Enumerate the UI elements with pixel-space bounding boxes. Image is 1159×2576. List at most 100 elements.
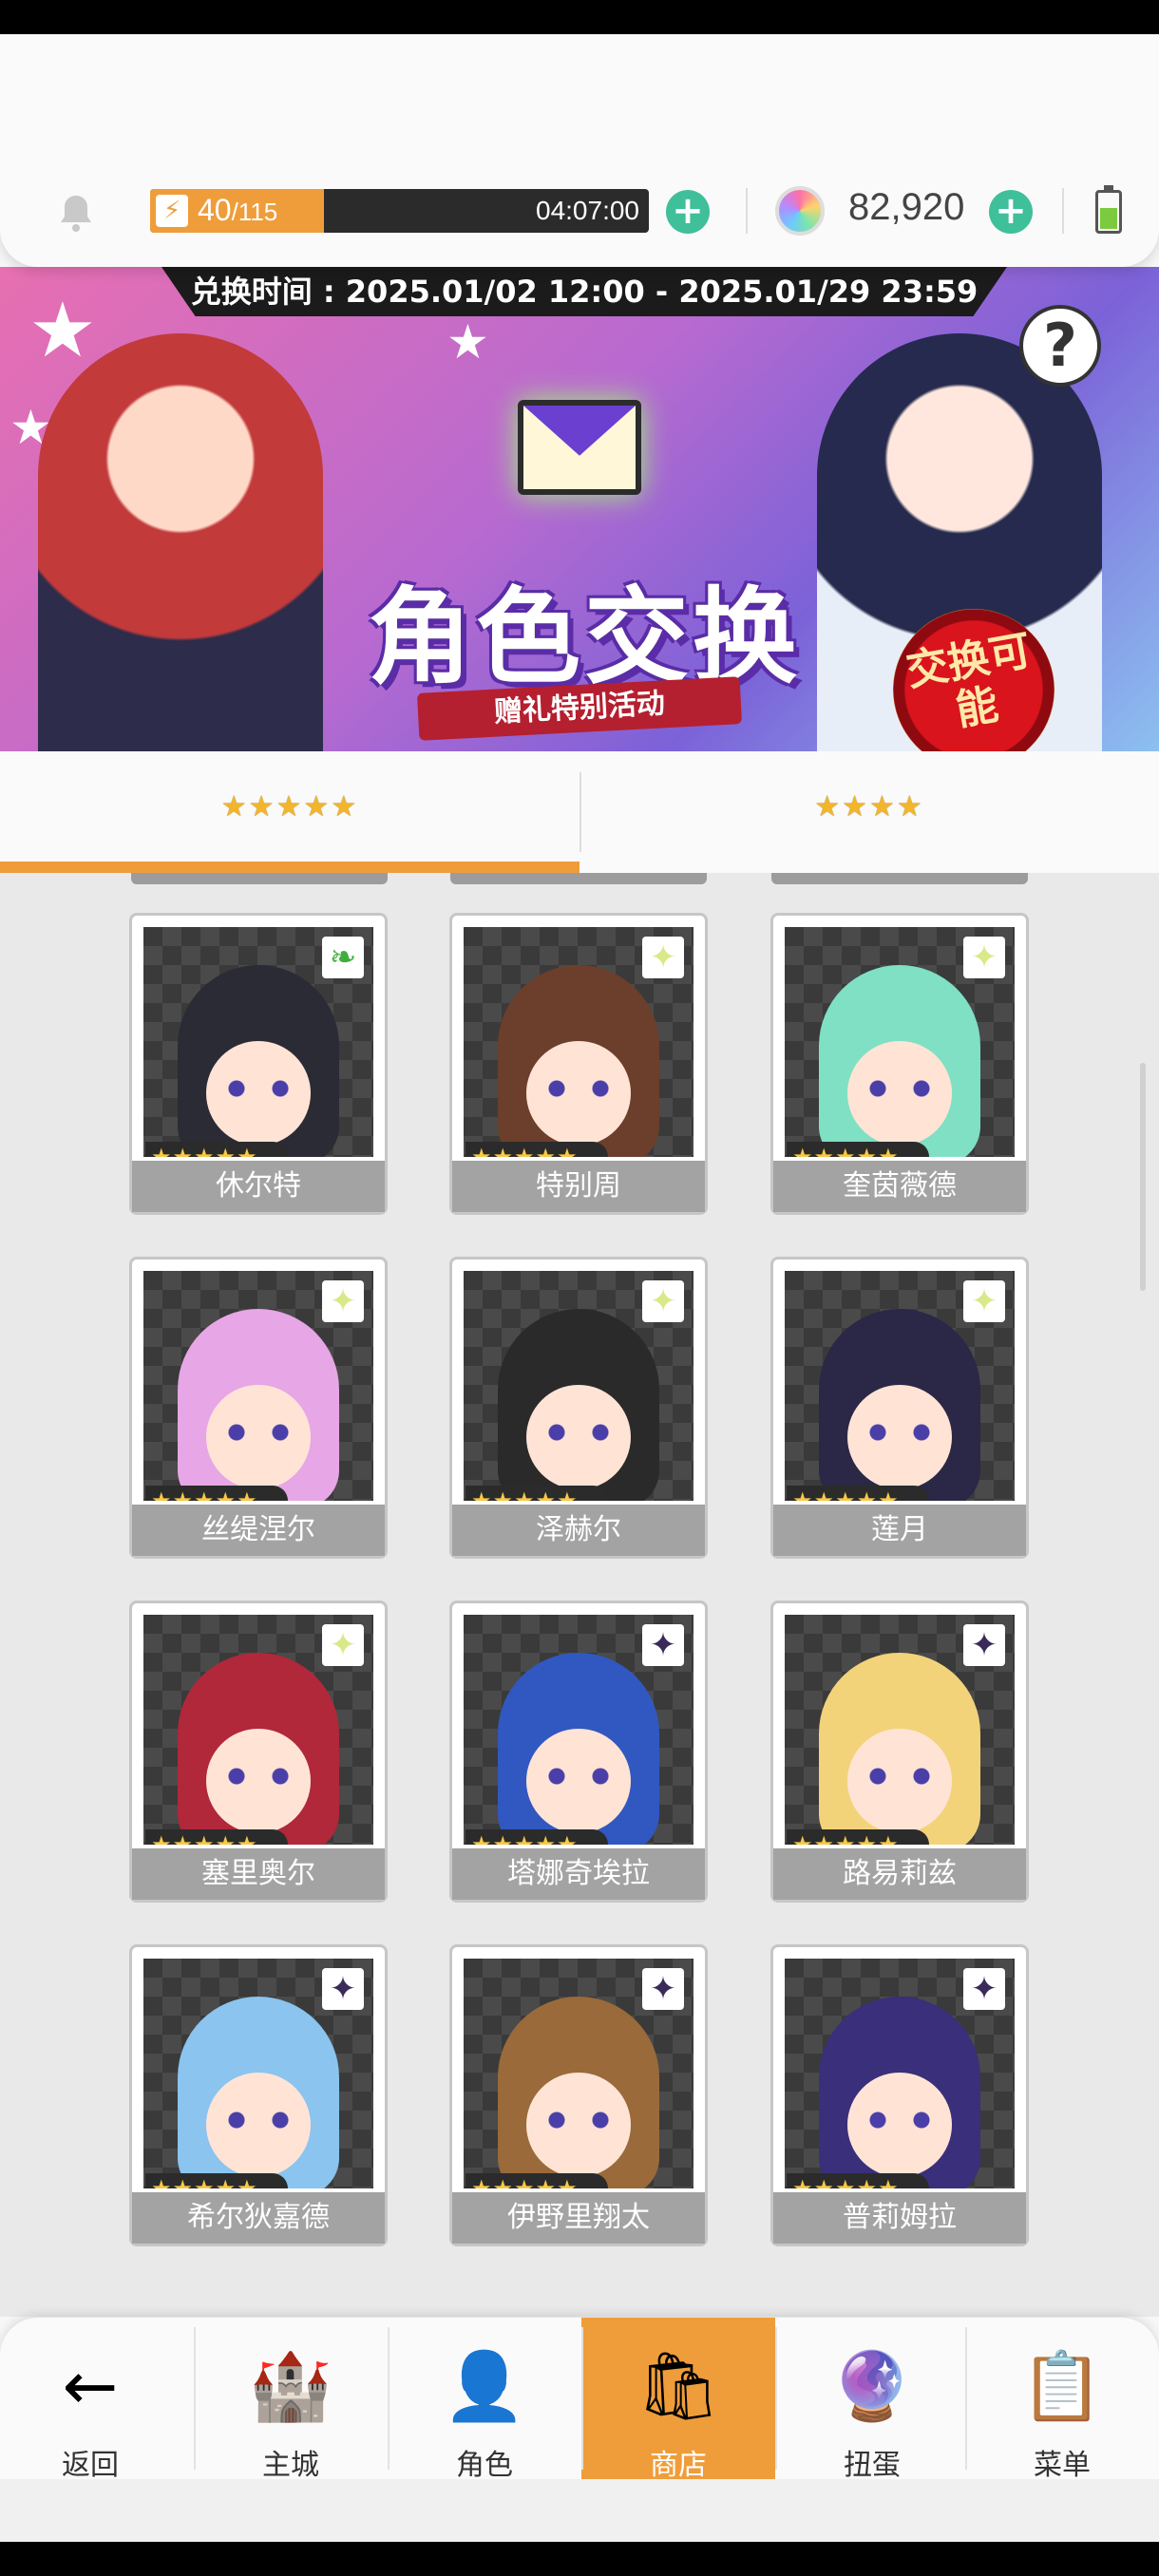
divider [581, 2327, 583, 2470]
nav-item-back[interactable]: ← 返回 [0, 2318, 180, 2482]
character-face [498, 965, 659, 1157]
sparkle-icon: ✦ [322, 1624, 364, 1666]
exchange-period: 兑换时间 : 2025.01/02 12:00 - 2025.01/29 23:… [190, 274, 978, 310]
character-portrait: ✦ ★★★★★ [785, 1271, 1015, 1501]
lightning-icon: ⚡ [156, 195, 188, 227]
back-arrow-icon: ← [62, 2347, 119, 2425]
nav-label: 主城 [262, 2449, 319, 2482]
character-name: 特别周 [452, 1161, 705, 1212]
character-face [498, 1997, 659, 2188]
divider [1062, 188, 1064, 234]
star-rating: ★★★★★ [466, 1486, 608, 1501]
gem-icon [775, 186, 825, 236]
character-card[interactable]: ✦ ★★★★★ 塞里奥尔 [129, 1601, 388, 1903]
nav-item-shop[interactable]: 🛍 商店 [581, 2318, 775, 2482]
nav-label: 角色 [456, 2449, 513, 2482]
nav-label: 扭蛋 [844, 2449, 901, 2482]
gacha-icon: 🔮 [830, 2347, 914, 2425]
character-face [178, 1997, 339, 2188]
system-status-bar [0, 0, 1159, 34]
character-card[interactable]: ✦ ★★★★★ 奎茵薇德 [770, 913, 1029, 1215]
bell-icon[interactable] [53, 190, 99, 236]
character-face [819, 1997, 980, 2188]
banner-title: 角色交换 [368, 577, 801, 698]
character-portrait: ✦ ★★★★★ [785, 927, 1015, 1157]
star-rating: ★★★★★ [145, 2173, 288, 2188]
dark-star-icon: ✦ [642, 1968, 684, 2010]
character-face [178, 1309, 339, 1501]
character-face [178, 1653, 339, 1845]
character-grid[interactable]: ❧ ★★★★★ 休尔特 ✦ ★★★★★ 特别周 ✦ ★★★★★ 奎茵薇德 ✦ ★★★★★ 丝缇涅尔 ✦ ★… [0, 873, 1159, 2317]
dark-star-icon: ✦ [963, 1968, 1005, 2010]
character-card[interactable]: ✦ ★★★★★ 泽赫尔 [449, 1257, 708, 1559]
star-decoration-icon: ★ [446, 314, 489, 369]
character-card[interactable]: ✦ ★★★★★ 莲月 [770, 1257, 1029, 1559]
character-portrait: ✦ ★★★★★ [143, 1271, 373, 1501]
character-card[interactable]: ✦ ★★★★★ 塔娜奇埃拉 [449, 1601, 708, 1903]
character-name: 休尔特 [132, 1161, 385, 1212]
resource-bar: ⚡ 40/115 04:07:00 + 82,920 + [0, 34, 1159, 267]
character-name: 路易莉兹 [773, 1848, 1026, 1900]
divider [965, 2327, 967, 2470]
character-face [819, 965, 980, 1157]
nav-label: 返回 [62, 2449, 119, 2482]
scrollbar[interactable] [1140, 1063, 1146, 1291]
character-name: 丝缇涅尔 [132, 1505, 385, 1556]
sparkle-icon: ✦ [642, 1280, 684, 1322]
character-name: 泽赫尔 [452, 1505, 705, 1556]
bottom-navigation: ← 返回 🏰 主城 👤 角色 🛍 商店 🔮 扭蛋 📋 菜单 [0, 2318, 1159, 2482]
character-face [498, 1309, 659, 1501]
nav-item-gacha[interactable]: 🔮 扭蛋 [775, 2318, 969, 2482]
star-decoration-icon: ★ [28, 286, 97, 374]
nav-item-menu[interactable]: 📋 菜单 [965, 2318, 1159, 2482]
envelope-icon [518, 400, 641, 495]
character-portrait: ✦ ★★★★★ [464, 1959, 694, 2188]
character-name: 希尔狄嘉德 [132, 2192, 385, 2244]
sparkle-icon: ✦ [963, 1280, 1005, 1322]
star-rating: ★★★★★ [145, 1486, 288, 1501]
character-portrait: ✦ ★★★★★ [785, 1615, 1015, 1845]
character-card[interactable]: ✦ ★★★★★ 希尔狄嘉德 [129, 1944, 388, 2246]
character-card[interactable]: ❧ ★★★★★ 休尔特 [129, 913, 388, 1215]
character-name: 普莉姆拉 [773, 2192, 1026, 2244]
add-stamina-button[interactable]: + [666, 190, 710, 234]
character-card[interactable]: ✦ ★★★★★ 伊野里翔太 [449, 1944, 708, 2246]
star-rating: ★★★★★ [145, 1829, 288, 1845]
star-rating: ★★★★★ [466, 2173, 608, 2188]
star-rating: ★★★★★ [466, 1142, 608, 1157]
nav-item-character[interactable]: 👤 角色 [388, 2318, 581, 2482]
character-card[interactable]: ✦ ★★★★★ 丝缇涅尔 [129, 1257, 388, 1559]
character-portrait: ✦ ★★★★★ [464, 927, 694, 1157]
leaf-icon: ❧ [322, 937, 364, 978]
exchange-period-bar: 兑换时间 : 2025.01/02 12:00 - 2025.01/29 23:… [162, 267, 1007, 316]
tab-5-star[interactable]: ★★★★★ [0, 751, 580, 873]
star-rating: ★★★★★ [787, 2173, 929, 2188]
nav-label: 菜单 [1034, 2449, 1091, 2482]
character-card[interactable]: ✦ ★★★★★ 普莉姆拉 [770, 1944, 1029, 2246]
card-edge [131, 873, 388, 884]
character-face [819, 1653, 980, 1845]
nav-item-town[interactable]: 🏰 主城 [194, 2318, 388, 2482]
stamina-bar: ⚡ 40/115 04:07:00 [150, 189, 649, 233]
character-illustration-left [38, 333, 323, 751]
character-portrait: ✦ ★★★★★ [785, 1959, 1015, 2188]
character-portrait: ❧ ★★★★★ [143, 927, 373, 1157]
gem-count: 82,920 [848, 186, 965, 228]
character-portrait: ✦ ★★★★★ [143, 1959, 373, 2188]
card-edge [771, 873, 1028, 884]
divider [388, 2327, 390, 2470]
active-tab-indicator [0, 862, 580, 873]
rarity-tabs: ★★★★★ ★★★★ [0, 751, 1159, 873]
character-face [178, 965, 339, 1157]
divider [775, 2327, 777, 2470]
add-gems-button[interactable]: + [989, 190, 1033, 234]
character-card[interactable]: ✦ ★★★★★ 路易莉兹 [770, 1601, 1029, 1903]
character-name: 伊野里翔太 [452, 2192, 705, 2244]
nav-label: 商店 [650, 2449, 707, 2482]
help-button[interactable]: ? [1019, 305, 1101, 387]
tab-4-star[interactable]: ★★★★ [580, 751, 1159, 873]
character-portrait: ✦ ★★★★★ [464, 1271, 694, 1501]
character-card[interactable]: ✦ ★★★★★ 特别周 [449, 913, 708, 1215]
star-rating: ★★★★★ [466, 1829, 608, 1845]
star-rating: ★★★★★ [145, 1142, 288, 1157]
